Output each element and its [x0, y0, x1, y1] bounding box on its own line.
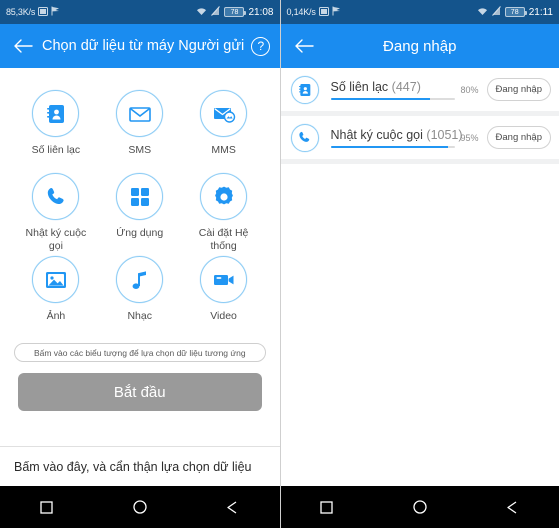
navigation-bar [280, 486, 559, 528]
navigation-bar [0, 486, 280, 528]
task-info: Nhật ký cuộc gọi (1051) [330, 127, 463, 148]
back-arrow-icon[interactable] [10, 33, 36, 59]
task-action-button[interactable]: Đang nhập [486, 78, 551, 101]
import-task-list: Số liên lạc (447) 80% Đang nhập Nhật ký … [280, 68, 559, 164]
task-info: Số liên lạc (447) [330, 80, 455, 100]
status-bar-right: 78 21:11 [477, 6, 553, 18]
page-title: Chọn dữ liệu từ máy Người gửi [42, 38, 245, 54]
data-type-grid: Số liên lạc SMS MMS Nhật ký cuộc gọi Ứng… [0, 68, 280, 337]
page-title: Đang nhập [383, 37, 457, 55]
music-note-icon [116, 256, 164, 303]
right-content: Số liên lạc (447) 80% Đang nhập Nhật ký … [280, 68, 559, 486]
clock: 21:08 [248, 6, 274, 18]
start-container: Bắt đầu [0, 362, 280, 411]
screenshot-icon [318, 6, 329, 18]
battery-indicator: 78 [224, 7, 247, 17]
empty-area [280, 164, 559, 486]
wifi-icon [196, 7, 207, 18]
status-bar: 85,3K/s 78 21:08 [0, 0, 280, 24]
grid-item-mms[interactable]: MMS [182, 90, 266, 171]
app-bar: Chọn dữ liệu từ máy Người gửi ? [0, 24, 280, 68]
screenshot-icon [38, 6, 49, 18]
status-bar-right: 78 21:08 [196, 6, 274, 18]
phone-icon [32, 173, 80, 220]
recent-apps-button[interactable] [304, 486, 350, 528]
selection-hint: Bấm vào các biểu tượng để lựa chọn dữ li… [14, 343, 266, 362]
progress-track [330, 145, 455, 148]
clock: 21:11 [528, 6, 553, 18]
contacts-icon [32, 90, 80, 137]
task-row-call-log[interactable]: Nhật ký cuộc gọi (1051) 95% Đang nhập [280, 116, 559, 159]
progress-track [330, 97, 455, 100]
dual-screenshot: 85,3K/s 78 21:08 Chọn dữ liệu từ máy Ngư… [0, 0, 559, 528]
back-button[interactable] [210, 486, 256, 528]
gear-icon [200, 173, 248, 220]
flag-icon [332, 6, 341, 18]
task-title: Nhật ký cuộc gọi [330, 127, 423, 142]
left-content: Số liên lạc SMS MMS Nhật ký cuộc gọi Ứng… [0, 68, 280, 486]
grid-item-label: Ảnh [46, 310, 66, 322]
signal-off-icon [211, 6, 221, 18]
grid-item-label: Ứng dụng [116, 227, 164, 239]
grid-item-label: SMS [128, 144, 152, 156]
progress-fill [330, 97, 430, 100]
home-button[interactable] [397, 486, 443, 528]
phone-icon [290, 123, 319, 152]
grid-item-apps[interactable]: Ứng dụng [98, 173, 182, 254]
signal-off-icon [491, 6, 501, 18]
grid-item-label: Cài đặt Hệ thống [198, 227, 249, 253]
network-speed: 0,14K/s [286, 7, 316, 17]
grid-item-contacts[interactable]: Số liên lạc [14, 90, 98, 171]
task-title-row: Nhật ký cuộc gọi (1051) [330, 127, 463, 142]
progress-fill [330, 145, 449, 148]
left-spacer [0, 411, 280, 446]
home-button[interactable] [117, 486, 163, 528]
envelope-icon [116, 90, 164, 137]
grid-item-label: MMS [211, 144, 236, 156]
grid-item-sms[interactable]: SMS [98, 90, 182, 171]
grid-item-label: Video [210, 310, 237, 322]
hint-container: Bấm vào các biểu tượng để lựa chọn dữ li… [0, 337, 280, 362]
back-button[interactable] [490, 486, 536, 528]
photo-icon [32, 256, 80, 303]
grid-item-photos[interactable]: Ảnh [14, 256, 98, 337]
grid-item-label: Nhạc [127, 310, 152, 322]
grid-item-label: Nhật ký cuộc gọi [25, 227, 87, 253]
task-row-contacts[interactable]: Số liên lạc (447) 80% Đang nhập [280, 68, 559, 111]
recent-apps-button[interactable] [24, 486, 70, 528]
grid-item-label: Số liên lạc [31, 144, 81, 156]
contacts-icon [290, 75, 319, 104]
app-bar: Đang nhập [280, 24, 559, 68]
start-button[interactable]: Bắt đầu [18, 373, 262, 411]
task-action-button[interactable]: Đang nhập [486, 126, 551, 149]
bottom-note: Bấm vào đây, và cẩn thận lựa chọn dữ liệ… [0, 446, 280, 486]
task-title: Số liên lạc [330, 79, 389, 94]
wifi-icon [477, 7, 488, 18]
right-phone-screen: 0,14K/s 78 21:11 Đang nhập Số liên lạc (… [279, 0, 559, 528]
task-title-row: Số liên lạc (447) [331, 80, 455, 94]
task-count: (447) [391, 79, 421, 94]
grid-item-call-log[interactable]: Nhật ký cuộc gọi [14, 173, 98, 254]
flag-icon [51, 6, 60, 18]
apps-grid-icon [116, 173, 164, 220]
mms-icon [200, 90, 248, 137]
battery-indicator: 78 [504, 7, 527, 17]
left-phone-screen: 85,3K/s 78 21:08 Chọn dữ liệu từ máy Ngư… [0, 0, 280, 528]
progress-percent: 95% [460, 132, 479, 143]
progress-percent: 80% [460, 84, 479, 95]
grid-item-video[interactable]: Video [182, 256, 266, 337]
grid-item-system-settings[interactable]: Cài đặt Hệ thống [182, 173, 266, 254]
task-count: (1051) [426, 127, 463, 142]
status-bar: 0,14K/s 78 21:11 [280, 0, 559, 24]
status-bar-left: 0,14K/s [287, 6, 341, 18]
grid-item-music[interactable]: Nhạc [98, 256, 182, 337]
status-bar-left: 85,3K/s [6, 6, 60, 18]
help-icon[interactable]: ? [251, 36, 271, 56]
network-speed: 85,3K/s [6, 7, 36, 17]
video-camera-icon [200, 256, 248, 303]
